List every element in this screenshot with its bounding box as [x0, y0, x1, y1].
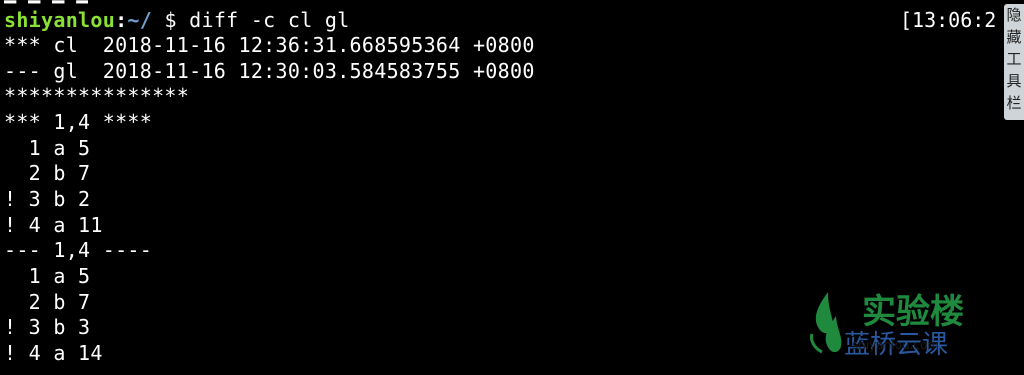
output-line: ! 4 a 11 — [4, 213, 103, 237]
output-line: ! 4 a 14 — [4, 341, 103, 365]
prompt-path: ~/ — [127, 8, 153, 32]
output-line: 2 b 7 — [4, 290, 91, 314]
prompt-separator: : — [115, 8, 128, 32]
terminal-window[interactable]: ▔ ▔ ▔ ▔ shiyanlou:~/ $ diff -c cl gl [13… — [0, 0, 1024, 375]
output-line: 1 a 5 — [4, 264, 91, 288]
prompt-command: $ diff -c cl gl — [152, 8, 350, 32]
hide-toolbar-char: 藏 — [1006, 28, 1022, 46]
output-line: ! 3 b 2 — [4, 187, 91, 211]
watermark-url: shiyanlou.com — [852, 338, 939, 352]
hide-toolbar-char: 工 — [1006, 50, 1022, 68]
hide-toolbar-char: 隐 — [1006, 6, 1022, 24]
output-line: *** cl 2018-11-16 12:36:31.668595364 +08… — [4, 33, 535, 57]
output-line: *** 1,4 **** — [4, 110, 153, 134]
brand-watermark: 实验楼 蓝桥云课 shiyanlou.com — [800, 286, 1024, 366]
output-line: --- 1,4 ---- — [4, 238, 153, 262]
output-line: --- gl 2018-11-16 12:30:03.584583755 +08… — [4, 59, 535, 83]
output-line: 1 a 5 — [4, 136, 91, 160]
output-line: 2 b 7 — [4, 161, 91, 185]
prompt-clock: [13:06:2 — [900, 8, 997, 32]
partial-next-line: ▁ ▁ ▁ ▁ ▁ ▁ ▁ ▁ ▁ ▁ ▁ ▁ ▁ ▁ ▁ — [4, 367, 353, 375]
output-line: *************** — [4, 84, 190, 108]
hide-toolbar-char: 具 — [1006, 72, 1022, 90]
output-line: ! 3 b 3 — [4, 315, 91, 339]
hide-toolbar-char: 栏 — [1006, 94, 1022, 112]
prompt-line: shiyanlou:~/ $ diff -c cl gl — [4, 8, 350, 32]
prompt-user-host: shiyanlou — [4, 8, 116, 32]
watermark-brand: 实验楼 — [862, 292, 964, 332]
hide-toolbar-tab[interactable]: 隐 藏 工 具 栏 — [1004, 4, 1024, 120]
